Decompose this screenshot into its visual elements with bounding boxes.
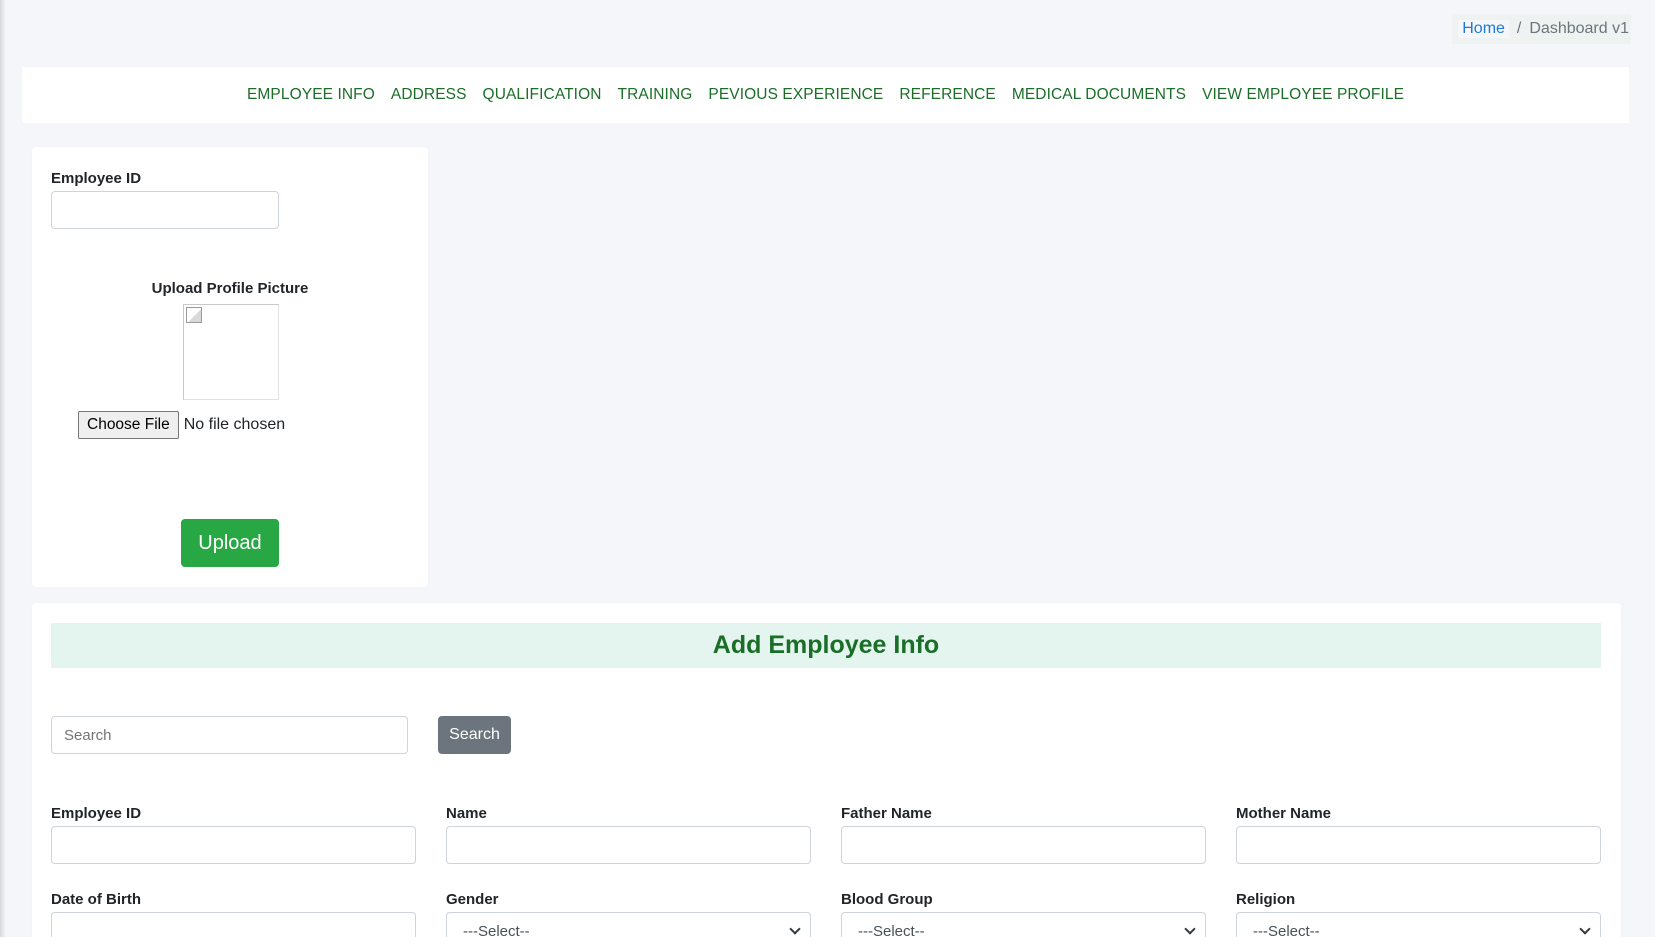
blood-group-label: Blood Group [841,891,933,908]
employee-id-field: Employee ID [51,805,416,864]
gender-field: Gender ---Select-- [446,891,811,937]
file-picker: Choose File No file chosen [78,411,285,439]
add-employee-info-title: Add Employee Info [51,623,1601,668]
gender-label: Gender [446,891,499,908]
father-name-field: Father Name [841,805,1206,864]
name-label: Name [446,805,487,822]
choose-file-button[interactable]: Choose File [78,411,179,439]
broken-image-icon [186,307,202,323]
breadcrumb-separator: / [1516,20,1522,37]
nav-employee-info[interactable]: EMPLOYEE INFO [239,86,383,104]
search-input[interactable] [51,716,408,754]
gender-select[interactable]: ---Select-- [446,912,811,937]
nav-training[interactable]: TRAINING [610,86,701,104]
nav-qualification[interactable]: QUALIFICATION [475,86,610,104]
gender-select-value: ---Select-- [446,912,811,937]
blood-group-select-value: ---Select-- [841,912,1206,937]
mother-name-field: Mother Name [1236,805,1601,864]
mother-name-input[interactable] [1236,826,1601,864]
name-input[interactable] [446,826,811,864]
employee-id-label: Employee ID [51,805,142,822]
nav-address[interactable]: ADDRESS [383,86,475,104]
religion-select-value: ---Select-- [1236,912,1601,937]
upload-employee-id-label: Employee ID [51,170,142,187]
date-of-birth-field: Date of Birth [51,891,416,937]
father-name-label: Father Name [841,805,932,822]
employee-section-nav: EMPLOYEE INFO ADDRESS QUALIFICATION TRAI… [22,67,1629,123]
date-of-birth-label: Date of Birth [51,891,141,908]
nav-view-employee-profile[interactable]: VIEW EMPLOYEE PROFILE [1194,86,1412,104]
profile-picture-preview [183,304,279,400]
name-field: Name [446,805,811,864]
search-button[interactable]: Search [438,716,511,754]
profile-upload-card: Employee ID Upload Profile Picture Choos… [32,147,428,587]
breadcrumb: Home / Dashboard v1 [1452,14,1631,44]
upload-button[interactable]: Upload [181,519,279,567]
upload-employee-id-input[interactable] [51,191,279,229]
religion-label: Religion [1236,891,1296,908]
breadcrumb-current: Dashboard v1 [1529,20,1629,37]
nav-reference[interactable]: REFERENCE [891,86,1004,104]
breadcrumb-home-link[interactable]: Home [1458,20,1509,38]
upload-profile-picture-title: Upload Profile Picture [151,280,309,297]
employee-id-input[interactable] [51,826,416,864]
add-employee-info-card: Add Employee Info Search Employee ID Nam… [32,603,1621,937]
father-name-input[interactable] [841,826,1206,864]
date-of-birth-input[interactable] [51,912,416,937]
mother-name-label: Mother Name [1236,805,1332,822]
left-edge-shadow [0,0,6,937]
nav-previous-experience[interactable]: PEVIOUS EXPERIENCE [700,86,891,104]
nav-medical-documents[interactable]: MEDICAL DOCUMENTS [1004,86,1194,104]
religion-field: Religion ---Select-- [1236,891,1601,937]
religion-select[interactable]: ---Select-- [1236,912,1601,937]
blood-group-field: Blood Group ---Select-- [841,891,1206,937]
file-status-text: No file chosen [183,416,286,433]
blood-group-select[interactable]: ---Select-- [841,912,1206,937]
